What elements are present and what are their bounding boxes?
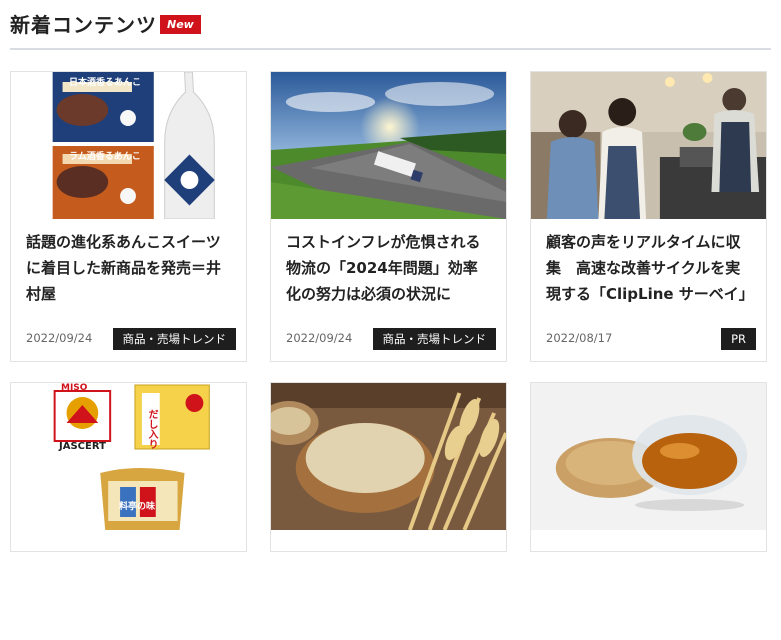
card-thumbnail-miso[interactable]: MISO JASCERT だし入り 料亭の味 [11,383,246,530]
card-title[interactable]: 顧客の声をリアルタイムに収集 高速な改善サイクルを実現する「ClipLine サ… [531,219,766,329]
content-card[interactable]: 日本酒香るあんこ ラム酒香るあんこ 話題の進化系あんこスイーツに着目した新商品を… [10,71,247,362]
highway-truck-image [271,72,506,219]
card-thumbnail-cafe[interactable] [531,72,766,219]
sesame-oil-image [531,383,766,530]
section-title: 新着コンテンツ [10,13,157,37]
anko-label-top: 日本酒香るあんこ [69,78,142,88]
content-card[interactable]: MISO JASCERT だし入り 料亭の味 [10,382,247,552]
card-title[interactable] [531,530,766,640]
card-date: 2022/08/17 [546,331,613,345]
card-title[interactable] [11,530,246,640]
card-meta: 2022/08/17 PR [546,328,756,350]
card-date: 2022/09/24 [286,331,353,345]
ryotei-label: 料亭の味 [119,502,156,512]
card-title[interactable]: 話題の進化系あんこスイーツに着目した新商品を発売＝井村屋 [11,219,246,329]
card-thumbnail-oats[interactable] [271,383,506,530]
card-meta: 2022/09/24 商品・売場トレンド [26,328,236,350]
card-thumbnail-truck[interactable] [271,72,506,219]
anko-product-image [11,72,246,219]
content-card[interactable]: 顧客の声をリアルタイムに収集 高速な改善サイクルを実現する「ClipLine サ… [530,71,767,362]
oats-wheat-image [271,383,506,530]
content-card[interactable]: コストインフレが危惧される物流の「2024年問題」効率化の努力は必須の状況に 2… [270,71,507,362]
section-header: 新着コンテンツ New [10,12,771,50]
jascert-label: JASCERT [59,441,106,452]
dashi-label: だし入り [146,409,157,449]
miso-label: MISO [61,383,88,393]
card-thumbnail-anko[interactable]: 日本酒香るあんこ ラム酒香るあんこ [11,72,246,219]
card-title[interactable]: コストインフレが危惧される物流の「2024年問題」効率化の努力は必須の状況に [271,219,506,329]
pr-tag[interactable]: PR [721,328,756,350]
card-date: 2022/09/24 [26,331,93,345]
anko-label-bottom: ラム酒香るあんこ [69,152,141,162]
card-thumbnail-sesame[interactable] [531,383,766,530]
cafe-staff-image [531,72,766,219]
card-title[interactable] [271,530,506,640]
content-card[interactable] [270,382,507,552]
card-meta: 2022/09/24 商品・売場トレンド [286,328,496,350]
new-badge: New [160,15,201,34]
content-card[interactable] [530,382,767,552]
category-tag[interactable]: 商品・売場トレンド [112,328,236,350]
category-tag[interactable]: 商品・売場トレンド [372,328,496,350]
